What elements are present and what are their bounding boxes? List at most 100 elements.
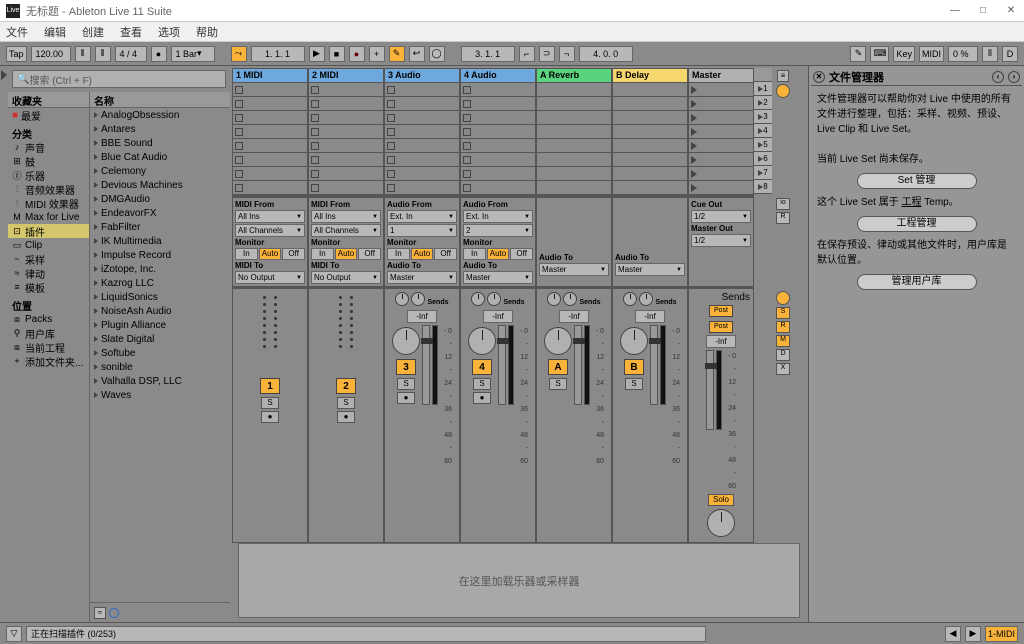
pan-knob[interactable] <box>392 327 420 355</box>
status-collapse-icon[interactable]: ▽ <box>6 626 22 642</box>
clip-slot[interactable] <box>309 125 383 139</box>
browser-item[interactable]: BBE Sound <box>90 136 230 150</box>
solo-button[interactable]: S <box>261 397 279 409</box>
returns-toggle[interactable]: R <box>776 321 790 333</box>
browser-item[interactable]: Blue Cat Audio <box>90 150 230 164</box>
browser-item[interactable]: LiquidSonics <box>90 290 230 304</box>
metronome-button[interactable]: ● <box>151 46 167 62</box>
close-button[interactable]: ✕ <box>1004 5 1018 16</box>
scene-8[interactable]: 8 <box>754 180 772 194</box>
record-button[interactable]: ● <box>349 46 365 62</box>
browser-item[interactable]: AnalogObsession <box>90 108 230 122</box>
category-鼓[interactable]: ⊞鼓 <box>8 154 89 168</box>
automation-arm-button[interactable]: ✎ <box>389 46 405 62</box>
location-用户库[interactable]: ⚲用户库 <box>8 326 89 340</box>
browser-item[interactable]: EndeavorFX <box>90 206 230 220</box>
solo-button[interactable]: S <box>625 378 643 390</box>
follow-button[interactable]: ⤳ <box>231 46 247 62</box>
clip-slot[interactable] <box>461 83 535 97</box>
clip-slot[interactable] <box>233 125 307 139</box>
arm-button[interactable]: ● <box>397 392 415 404</box>
audio-ch-select[interactable]: 1 <box>387 224 457 237</box>
browser-item[interactable]: DMGAudio <box>90 192 230 206</box>
tempo-field[interactable]: 120.00 <box>31 46 71 62</box>
solo-button[interactable]: S <box>337 397 355 409</box>
audio-from-select[interactable]: Ext. In <box>463 210 533 223</box>
next-panel-icon[interactable]: › <box>1008 71 1020 83</box>
clip-slot[interactable] <box>385 125 459 139</box>
return-section-toggle[interactable]: R <box>776 212 790 224</box>
volume-db[interactable]: -Inf <box>407 310 437 323</box>
capture-button[interactable]: ◯ <box>429 46 445 62</box>
clip-slot[interactable] <box>461 97 535 111</box>
clip-slot[interactable] <box>461 181 535 195</box>
location-当前工程[interactable]: ⧈当前工程 <box>8 340 89 354</box>
clip-slot[interactable] <box>461 167 535 181</box>
volume-db[interactable]: -Inf <box>483 310 513 323</box>
browser-item[interactable]: Antares <box>90 122 230 136</box>
solo-button[interactable]: S <box>473 378 491 390</box>
track-activator[interactable]: 3 <box>396 359 416 375</box>
audio-to-select[interactable]: Master <box>539 263 609 276</box>
send-a-knob[interactable] <box>471 292 485 306</box>
track-activator[interactable]: 4 <box>472 359 492 375</box>
clip-slot[interactable] <box>461 125 535 139</box>
clip-slot[interactable] <box>537 167 611 181</box>
audio-to-select[interactable]: Master <box>615 263 685 276</box>
clip-slot[interactable] <box>233 181 307 195</box>
scene-1[interactable]: 1 <box>754 82 772 96</box>
browser-item[interactable]: Impulse Record <box>90 248 230 262</box>
clip-slot[interactable] <box>233 167 307 181</box>
clip-slot[interactable] <box>233 139 307 153</box>
master-db[interactable]: -Inf <box>706 335 736 348</box>
preview-icon[interactable] <box>109 608 119 618</box>
scene-stop[interactable] <box>689 153 753 167</box>
category-乐器[interactable]: Ⓘ乐器 <box>8 168 89 182</box>
scene-7[interactable]: 7 <box>754 166 772 180</box>
track-header[interactable]: B Delay <box>613 69 687 83</box>
post-send-a[interactable]: Post <box>709 305 733 317</box>
scene-5[interactable]: 5 <box>754 138 772 152</box>
detail-view[interactable]: 在这里加载乐器或采样器 <box>238 543 800 618</box>
track-activator[interactable]: 1 <box>260 378 280 394</box>
arrangement-position[interactable]: 1. 1. 1 <box>251 46 305 62</box>
clip-slot[interactable] <box>385 111 459 125</box>
reenable-automation-button[interactable]: ↩ <box>409 46 425 62</box>
send-b-knob[interactable] <box>639 292 653 306</box>
clip-slot[interactable] <box>385 83 459 97</box>
scene-stop[interactable] <box>689 111 753 125</box>
status-prev-button[interactable]: ◀ <box>945 626 961 642</box>
menu-帮助[interactable]: 帮助 <box>196 24 218 40</box>
menu-选项[interactable]: 选项 <box>158 24 180 40</box>
clip-slot[interactable] <box>613 153 687 167</box>
scene-stop[interactable] <box>689 125 753 139</box>
sends-toggle[interactable]: S <box>776 307 790 319</box>
clip-slot[interactable] <box>309 167 383 181</box>
browser-collapse-icon[interactable] <box>1 70 7 80</box>
mixer-toggle[interactable]: M <box>776 335 790 347</box>
tap-tempo-button[interactable]: Tap <box>6 46 27 62</box>
solo-button[interactable]: S <box>549 378 567 390</box>
computer-midi-keyboard-button[interactable]: ⌨ <box>870 46 889 62</box>
master-fader[interactable] <box>706 350 714 430</box>
cue-volume-knob[interactable] <box>707 509 735 537</box>
volume-db[interactable]: -Inf <box>559 310 589 323</box>
clip-slot[interactable] <box>461 153 535 167</box>
midi-from-select[interactable]: All Ins <box>311 210 381 223</box>
browser-item[interactable]: Valhalla DSP, LLC <box>90 374 230 388</box>
category-MIDI 效果器[interactable]: ⫶MIDI 效果器 <box>8 196 89 210</box>
midi-to-select[interactable]: No Output <box>311 271 381 284</box>
prev-panel-icon[interactable]: ‹ <box>992 71 1004 83</box>
loop-start-field[interactable]: 3. 1. 1 <box>461 46 515 62</box>
arm-button[interactable]: ● <box>261 411 279 423</box>
scene-6[interactable]: 6 <box>754 152 772 166</box>
browser-item[interactable]: Plugin Alliance <box>90 318 230 332</box>
send-b-knob[interactable] <box>563 292 577 306</box>
project-manage-button[interactable]: 工程管理 <box>857 216 977 232</box>
loop-length-field[interactable]: 4. 0. 0 <box>579 46 633 62</box>
maximize-button[interactable]: □ <box>976 5 990 16</box>
send-a-knob[interactable] <box>547 292 561 306</box>
clip-slot[interactable] <box>233 153 307 167</box>
clip-slot[interactable] <box>613 181 687 195</box>
io-section-toggle[interactable]: io <box>776 198 790 210</box>
